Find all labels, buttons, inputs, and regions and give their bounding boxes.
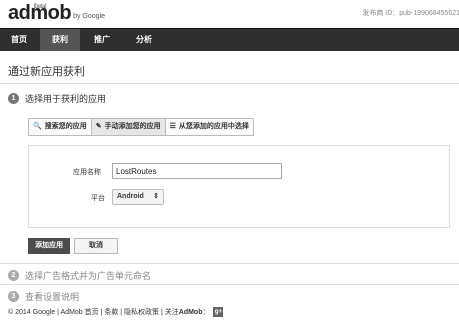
pencil-icon: ✎ xyxy=(95,123,102,130)
platform-select[interactable]: Android ⇕ xyxy=(112,189,164,205)
logo-beta: [beta] xyxy=(34,4,47,10)
manual-add-form: 应用名称 LostRoutes 平台 Android ⇕ xyxy=(28,145,450,228)
tab-search-app-label: 搜索您的应用 xyxy=(44,123,87,130)
app-source-tabs: 🔍 搜索您的应用 ✎ 手动添加您的应用 ☰ 从您添加的应用中选择 xyxy=(28,118,254,136)
step-3-label: 查看设置说明 xyxy=(25,292,80,302)
page-title: 通过新应用获利 xyxy=(8,66,85,78)
tab-search-app[interactable]: 🔍 搜索您的应用 xyxy=(28,118,92,136)
nav-item-home[interactable]: 首页 xyxy=(0,29,38,51)
step-1-label: 选择用于获利的应用 xyxy=(25,94,107,104)
logo-by-google: by Google xyxy=(73,13,105,20)
step-1-number: 1 xyxy=(8,93,19,104)
step-2-number: 2 xyxy=(8,270,19,281)
footer-admob-brand: AdMob xyxy=(178,308,203,316)
step-2-label: 选择广告格式并为广告单元命名 xyxy=(25,271,152,281)
tab-choose-added-label: 从您添加的应用中选择 xyxy=(178,123,249,130)
divider xyxy=(0,263,459,264)
platform-label: 平台 xyxy=(91,195,105,202)
google-plus-icon[interactable]: g+ xyxy=(213,307,224,317)
step-2: 2 选择广告格式并为广告单元命名 xyxy=(8,269,151,282)
app-name-input[interactable]: LostRoutes xyxy=(112,163,282,179)
select-arrows-icon: ⇕ xyxy=(153,193,159,200)
cancel-button[interactable]: 取消 xyxy=(74,238,118,254)
tab-manual-add[interactable]: ✎ 手动添加您的应用 xyxy=(90,118,166,136)
platform-select-value: Android xyxy=(117,193,144,200)
search-icon: 🔍 xyxy=(33,123,42,130)
divider xyxy=(0,284,459,285)
list-icon: ☰ xyxy=(169,123,176,130)
tab-manual-add-label: 手动添加您的应用 xyxy=(104,123,161,130)
step-3: 3 查看设置说明 xyxy=(8,290,79,303)
nav-item-promote[interactable]: 推广 xyxy=(82,29,122,51)
logo-text: admob [beta] xyxy=(8,3,72,23)
footer-colon: ： xyxy=(202,309,210,316)
top-bar: admob [beta] by Google 发布商 ID：pub-199068… xyxy=(0,0,459,28)
app-name-label: 应用名称 xyxy=(73,169,101,176)
divider xyxy=(0,83,459,84)
publisher-id: 发布商 ID：pub-199068455621 xyxy=(362,10,459,17)
main-nav: 首页 获利 推广 分析 xyxy=(0,28,459,51)
nav-item-analyze[interactable]: 分析 xyxy=(124,29,164,51)
step-1: 1 选择用于获利的应用 xyxy=(8,92,106,105)
footer-links[interactable]: © 2014 Google | AdMob 首页 | 条款 | 隐私权政策 | … xyxy=(8,307,179,317)
tab-choose-added[interactable]: ☰ 从您添加的应用中选择 xyxy=(164,118,254,136)
admob-logo[interactable]: admob [beta] by Google xyxy=(8,3,105,23)
footer: © 2014 Google | AdMob 首页 | 条款 | 隐私权政策 | … xyxy=(8,307,224,317)
step-3-number: 3 xyxy=(8,291,19,302)
nav-item-monetize[interactable]: 获利 xyxy=(40,29,80,51)
add-app-button[interactable]: 添加应用 xyxy=(28,238,70,254)
